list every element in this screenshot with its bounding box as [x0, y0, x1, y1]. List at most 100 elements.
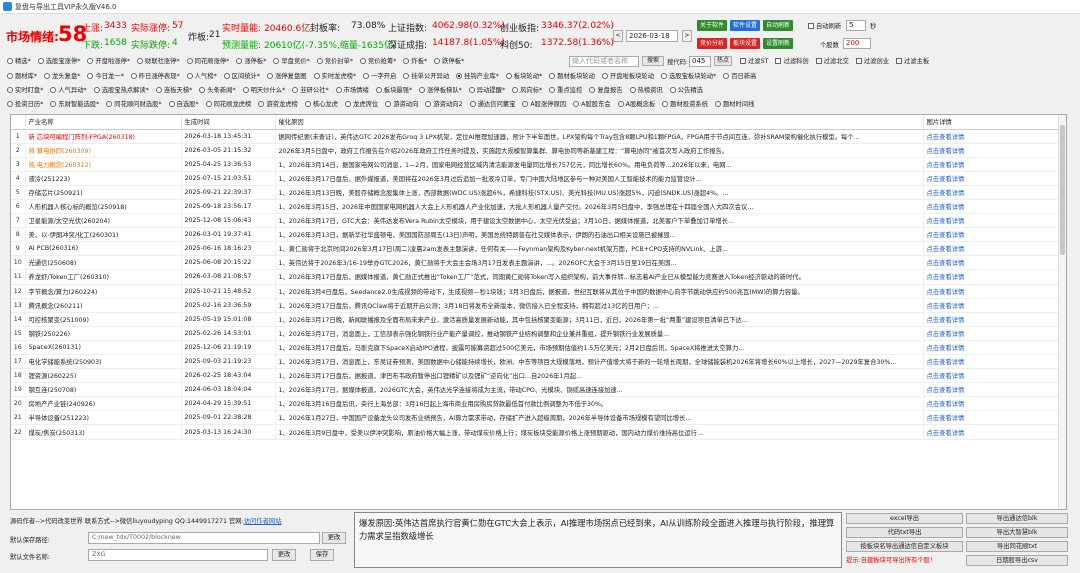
filter-option-row3-13[interactable]: 复盘报告: [589, 85, 623, 94]
filter-checkbox-row1_checks-3[interactable]: 过滤创业: [855, 56, 889, 65]
filter-option-row3-9[interactable]: 涨停板梯队*: [419, 85, 462, 94]
excel-export-button[interactable]: excel导出: [846, 513, 963, 524]
filter-option-row3-6[interactable]: 韭研公社*: [292, 85, 329, 94]
vertical-scrollbar[interactable]: [1058, 115, 1066, 509]
filter-option-row1-2[interactable]: 开盘啦涨停*: [87, 56, 130, 65]
image-detail-link[interactable]: 点击查看详情: [923, 227, 1066, 243]
scrollbar-thumb[interactable]: [1060, 125, 1065, 255]
refresh-settings-button[interactable]: 设置刷新: [763, 38, 793, 49]
settings-button[interactable]: 软件设置: [730, 20, 760, 31]
filter-checkbox-row1_checks-1[interactable]: 过滤科创: [775, 56, 809, 65]
filter-option-row4-2[interactable]: 同花顺问财选股*: [106, 99, 162, 108]
col-header-time[interactable]: 生成时间: [181, 115, 276, 130]
table-row[interactable]: 20 房地产产业链(240926) 2024-04-29 15:39:51 1、202…: [11, 396, 1066, 412]
tdx-export-button[interactable]: 导出通达信blk: [966, 513, 1068, 524]
image-detail-link[interactable]: 点击查看详情: [923, 129, 1066, 144]
filter-option-row4-4[interactable]: 同花顺龙虎榜: [205, 99, 251, 108]
filter-option-row3-1[interactable]: 人气异动*: [50, 85, 87, 94]
filter-option-row3-2[interactable]: 选股宝热点解读*: [93, 85, 149, 94]
filter-option-row4-6[interactable]: 核心龙虎: [304, 99, 338, 108]
table-row[interactable]: 15 钢铁(250226) 2025-02-26 14:53:01 1、2026年3月…: [11, 326, 1066, 341]
auto-refresh-checkbox[interactable]: 自动刷新: [808, 21, 841, 30]
next-date-button[interactable]: >: [682, 30, 692, 42]
table-row[interactable]: 18 锂资源(260225) 2026-02-25 18:43:04 1、2026年3…: [11, 368, 1066, 384]
filter-option-row2-15[interactable]: 百日新高: [723, 71, 756, 80]
filter-option-row4-9[interactable]: 游资动向2: [425, 99, 463, 108]
image-detail-link[interactable]: 点击查看详情: [923, 354, 1066, 370]
image-detail-link[interactable]: 点击查看详情: [923, 284, 1066, 299]
save-button[interactable]: 保存: [310, 549, 334, 561]
filter-option-row3-15[interactable]: 公告精选: [669, 85, 703, 94]
txt-export-button[interactable]: 代码txt导出: [846, 527, 963, 538]
filter-option-row3-10[interactable]: 异动提醒*: [468, 85, 505, 94]
image-detail-link[interactable]: 点击查看详情: [923, 269, 1066, 285]
filename-input[interactable]: ZXG: [88, 549, 268, 561]
filter-option-row3-8[interactable]: 板块最强*: [375, 85, 412, 94]
filter-checkbox-row1_checks-4[interactable]: 过滤主板: [896, 56, 929, 65]
table-row[interactable]: 7 卫星能源/太空光伏(260204) 2025-12-08 15:06:43 1、2…: [11, 213, 1066, 229]
change-path-button[interactable]: 更改: [322, 532, 346, 544]
auction-analysis-button[interactable]: 竞价分析: [697, 38, 727, 49]
csv-export-button[interactable]: 日期股导出csv: [966, 555, 1068, 566]
table-row[interactable]: 12 字节概念/算力(260224) 2025-10-21 15:48:52 1、20…: [11, 284, 1066, 299]
search-button[interactable]: 搜索: [642, 56, 664, 66]
filter-option-row3-14[interactable]: 热榜资讯: [629, 85, 663, 94]
filter-option-row4-1[interactable]: 东财智能选股*: [50, 99, 99, 108]
image-detail-link[interactable]: 点击查看详情: [923, 185, 1066, 200]
table-row[interactable]: 6 人形机器人核心标的概览(250918) 2025-09-18 23:56:17 1…: [11, 199, 1066, 215]
filter-option-row2-2[interactable]: 今日龙一*: [87, 71, 124, 80]
dzh-export-button[interactable]: 导出大智慧blk: [966, 527, 1068, 538]
filter-option-row2-5[interactable]: 区间统计*: [223, 71, 260, 80]
interval-select[interactable]: 5: [846, 20, 866, 31]
image-detail-link[interactable]: 点击查看详情: [923, 241, 1066, 257]
table-row[interactable]: 8 美、以-伊朗冲突/化工(260301) 2026-03-01 19:37:41 1…: [11, 227, 1066, 243]
table-row[interactable]: 1新 芯块可编程门阵列-FPGA(260318) 2026-03-18 13:45…: [11, 129, 1066, 144]
filter-option-row4-3[interactable]: 自选股*: [168, 99, 199, 108]
filter-option-row4-15[interactable]: 题材时间线: [714, 99, 754, 108]
image-detail-link[interactable]: 点击查看详情: [923, 298, 1066, 313]
filter-option-row4-12[interactable]: A股股东会: [573, 99, 611, 108]
filter-option-row3-7[interactable]: 市场情绪: [335, 85, 369, 94]
table-row[interactable]: 19 钢互连(250708) 2024-06-03 18:04:04 1、2026年3…: [11, 382, 1066, 398]
filter-option-row2-14[interactable]: 选股宝板块轮动*: [661, 71, 716, 80]
date-picker[interactable]: 2026-03-18: [626, 30, 678, 42]
filter-option-row2-13[interactable]: 开盘啦板块轮动: [601, 71, 654, 80]
col-header-image[interactable]: 图片详情: [923, 115, 1066, 130]
filter-option-row2-10[interactable]: 挂钩产业库*: [456, 71, 499, 80]
filter-option-row1-4[interactable]: 同花顺涨停*: [186, 56, 229, 65]
hot-button[interactable]: 热点: [714, 56, 732, 66]
filter-option-row4-10[interactable]: 通达信问董宝: [469, 99, 515, 108]
ths-export-button[interactable]: 导出同花顺txt: [966, 541, 1068, 552]
filter-option-row1-10[interactable]: 跌停板*: [434, 56, 464, 65]
image-detail-link[interactable]: 点击查看详情: [923, 157, 1066, 172]
author-site-link[interactable]: 访问作者网站: [244, 518, 282, 525]
image-detail-link[interactable]: 点击查看详情: [923, 326, 1066, 341]
table-row[interactable]: 17 电化学储能系统(250903) 2025-09-03 21:19:23 1、20…: [11, 354, 1066, 370]
rename-button[interactable]: 更改: [272, 549, 296, 561]
image-detail-link[interactable]: 点击查看详情: [923, 213, 1066, 229]
block-settings-button[interactable]: 板块设置: [730, 38, 760, 49]
save-path-input[interactable]: C:/new_tdx/T0002/blocknew: [88, 532, 320, 544]
filter-option-row2-9[interactable]: 挂单公开异动: [403, 71, 449, 80]
filter-option-row4-11[interactable]: A股涨停原因: [522, 99, 566, 108]
filter-option-row4-0[interactable]: 投资日历*: [7, 99, 43, 108]
filter-option-row3-0[interactable]: 实时盯盘*: [7, 85, 43, 94]
filter-option-row3-3[interactable]: 连板天梯*: [155, 85, 192, 94]
image-detail-link[interactable]: 点击查看详情: [923, 382, 1066, 398]
image-detail-link[interactable]: 点击查看详情: [923, 368, 1066, 384]
table-row[interactable]: 11 养龙虾/Token工厂(260310) 2026-03-08 21:08:57…: [11, 269, 1066, 285]
table-row[interactable]: 9 AI PCB(260316) 2025-06-16 18:16:23 1、黄仁勋将…: [11, 241, 1066, 257]
filter-option-row1-3[interactable]: 财联社涨停*: [137, 56, 180, 65]
image-detail-link[interactable]: 点击查看详情: [923, 340, 1066, 356]
filter-option-row4-8[interactable]: 游资动向: [385, 99, 418, 108]
block-export-button[interactable]: 按板块名导出通达信自定义板块: [846, 541, 963, 552]
filter-option-row2-7[interactable]: 实时龙虎榜*: [313, 71, 356, 80]
filter-option-row4-13[interactable]: A股概念板: [617, 99, 655, 108]
filter-option-row1-8[interactable]: 竞价抢筹*: [360, 56, 396, 65]
filter-option-row2-4[interactable]: 人气榜*: [186, 71, 217, 80]
image-detail-link[interactable]: 点击查看详情: [923, 410, 1066, 426]
filter-option-row3-12[interactable]: 重点监控: [549, 85, 582, 94]
auto-refresh-button[interactable]: 自动刷新: [763, 20, 793, 31]
filter-option-row2-12[interactable]: 题材板块轮动: [549, 71, 595, 80]
filter-option-row1-1[interactable]: 选股宝涨停*: [37, 56, 80, 65]
